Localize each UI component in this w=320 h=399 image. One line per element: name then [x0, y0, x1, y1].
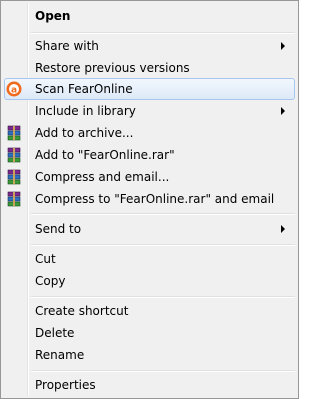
menu-item-rename[interactable]: Rename	[4, 344, 295, 366]
menu-separator	[31, 244, 295, 246]
menu-item-label: Compress and email...	[35, 170, 170, 184]
menu-item-properties[interactable]: Properties	[4, 374, 295, 396]
winrar-archive-icon	[6, 125, 22, 141]
menu-item-label: Compress to "FearOnline.rar" and email	[35, 192, 275, 206]
menu-item-label: Restore previous versions	[35, 61, 190, 75]
winrar-archive-icon	[6, 169, 22, 185]
winrar-archive-icon	[6, 147, 22, 163]
context-menu: Open Share with Restore previous version…	[0, 0, 299, 399]
menu-separator	[31, 296, 295, 298]
menu-item-copy[interactable]: Copy	[4, 270, 295, 292]
menu-item-label: Cut	[35, 252, 56, 266]
avast-scan-icon: a	[6, 81, 22, 97]
menu-item-open[interactable]: Open	[4, 5, 295, 27]
menu-item-include-in-library[interactable]: Include in library	[4, 100, 295, 122]
menu-item-label: Copy	[35, 274, 66, 288]
menu-item-label: Add to archive...	[35, 126, 134, 140]
menu-item-label: Create shortcut	[35, 304, 129, 318]
submenu-arrow-icon	[281, 42, 285, 50]
menu-item-send-to[interactable]: Send to	[4, 218, 295, 240]
menu-item-label: Rename	[35, 348, 85, 362]
menu-item-label: Include in library	[35, 104, 136, 118]
menu-item-add-to-archive[interactable]: Add to archive...	[4, 122, 295, 144]
menu-item-label: Scan FearOnline	[35, 82, 133, 96]
menu-item-label: Share with	[35, 39, 99, 53]
menu-separator	[31, 370, 295, 372]
menu-item-label: Properties	[35, 378, 96, 392]
menu-item-add-to-fearonline-rar[interactable]: Add to "FearOnline.rar"	[4, 144, 295, 166]
menu-item-create-shortcut[interactable]: Create shortcut	[4, 300, 295, 322]
submenu-arrow-icon	[281, 107, 285, 115]
menu-item-scan-fearonline[interactable]: a Scan FearOnline	[4, 78, 295, 100]
menu-item-label: Open	[35, 9, 71, 23]
submenu-arrow-icon	[281, 225, 285, 233]
svg-text:a: a	[11, 86, 17, 96]
menu-item-share-with[interactable]: Share with	[4, 35, 295, 57]
menu-separator	[31, 213, 295, 215]
menu-item-compress-to-fearonline-rar-and-email[interactable]: Compress to "FearOnline.rar" and email	[4, 188, 295, 210]
winrar-archive-icon	[6, 191, 22, 207]
menu-item-compress-and-email[interactable]: Compress and email...	[4, 166, 295, 188]
menu-item-restore-previous-versions[interactable]: Restore previous versions	[4, 57, 295, 79]
menu-item-delete[interactable]: Delete	[4, 322, 295, 344]
menu-item-cut[interactable]: Cut	[4, 248, 295, 270]
menu-separator	[31, 32, 295, 34]
menu-item-label: Send to	[35, 222, 82, 236]
menu-item-label: Delete	[35, 326, 75, 340]
menu-item-label: Add to "FearOnline.rar"	[35, 148, 175, 162]
